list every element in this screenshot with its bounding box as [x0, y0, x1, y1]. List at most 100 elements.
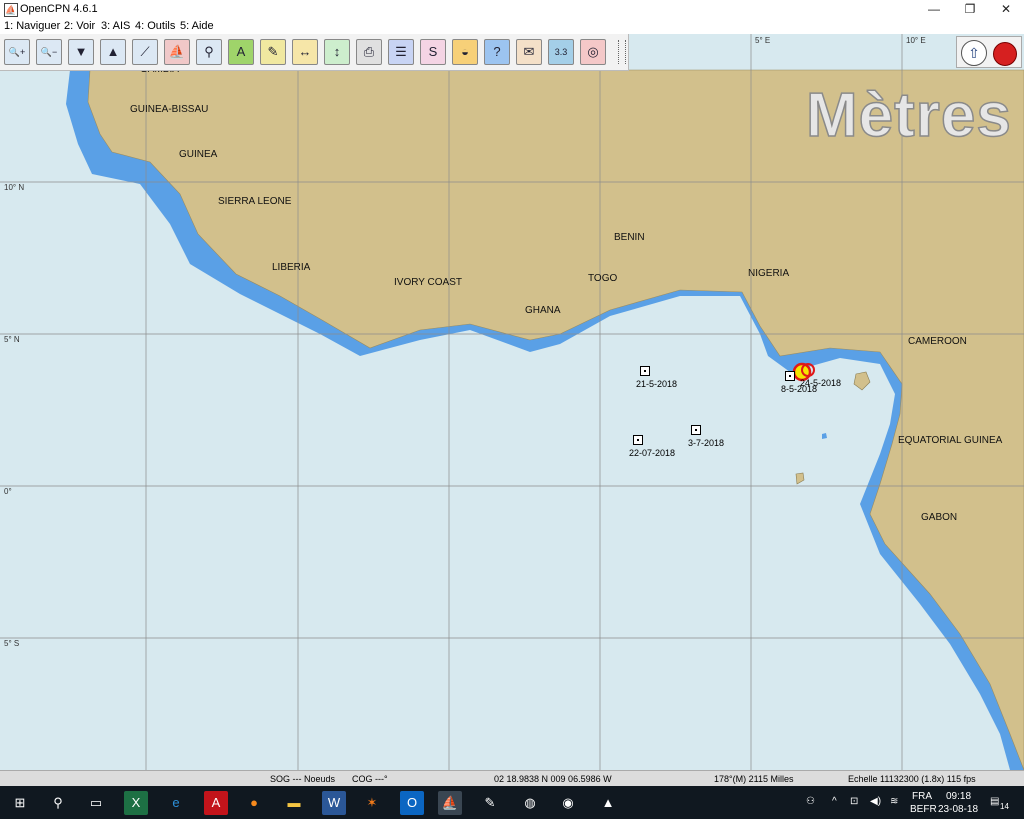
country-nigeria: NIGERIA	[748, 268, 790, 279]
wifi-icon[interactable]: ≋	[890, 796, 898, 807]
waypoint-label: 22-07-2018	[629, 448, 676, 458]
waypoint-label: 21-5-2018	[636, 379, 678, 389]
clock-time[interactable]: 09:18	[946, 791, 971, 802]
window-title: OpenCPN 4.6.1	[20, 3, 98, 15]
lat-label-5s: 5° S	[4, 639, 20, 648]
lon-label-10e: 10° E	[906, 36, 926, 45]
notification-icon[interactable]: ▤	[990, 796, 999, 807]
print-icon[interactable]: ⎙	[356, 39, 382, 65]
file-explorer-icon[interactable]: ▬	[282, 791, 306, 815]
main-toolbar: 🔍+ 🔍− ▼ ▲ ⟋ ⛵ ⚲ A ✎ ↔ ↕ ⎙ ☰ S ◒? ✉ 3.3 ◎	[0, 34, 629, 71]
zoom-in-icon[interactable]: 🔍+	[4, 39, 30, 65]
windows-start-icon[interactable]: ⊞	[8, 791, 32, 815]
country-togo: TOGO	[588, 273, 618, 284]
lon-label-5e: 5° E	[755, 36, 771, 45]
people-icon[interactable]: ⚇	[806, 796, 815, 807]
outlook-icon[interactable]: O	[400, 791, 424, 815]
search-icon[interactable]: ⚲	[46, 791, 70, 815]
sog-readout: SOG --- Noeuds	[270, 774, 336, 784]
waypoint-label: 3-7-2018	[688, 438, 725, 448]
gps-status-icon[interactable]	[993, 42, 1017, 66]
cursor-position: 02 18.9838 N 009 06.5986 W	[494, 774, 612, 784]
zoom-out-icon[interactable]: 🔍−	[36, 39, 62, 65]
opencpn-taskbar-icon[interactable]: ⛵	[438, 791, 462, 815]
sao-tome-island	[795, 472, 805, 485]
notification-count: 14	[1000, 802, 1009, 811]
clock-date[interactable]: 23-08-18	[938, 804, 978, 815]
color-scheme-icon[interactable]: ◒	[452, 39, 478, 65]
menu-ais[interactable]: 3: AIS	[101, 20, 130, 32]
edge-icon[interactable]: e	[164, 791, 188, 815]
ship-icon[interactable]: ⛵	[164, 39, 190, 65]
mob-settings-icon[interactable]: ✉	[516, 39, 542, 65]
bioko-island	[853, 371, 871, 391]
land	[87, 69, 1024, 770]
menu-voir[interactable]: 2: Voir	[64, 20, 95, 32]
waypoint-marker[interactable]	[633, 435, 643, 445]
pencil-icon[interactable]: ✎	[260, 39, 286, 65]
title-bar: ⛵ OpenCPN 4.6.1 — ❐ ✕	[0, 0, 1024, 18]
minimize-button[interactable]: —	[916, 0, 952, 18]
excel-icon[interactable]: X	[124, 791, 148, 815]
follow-icon[interactable]: ⚲	[196, 39, 222, 65]
volume-icon[interactable]: ◀)	[870, 796, 881, 807]
windows-taskbar: ⊞ ⚲ ▭ X e A ● ▬ W ✶ O ⛵ ✎ ◍ ◉ ▲ ⚇ ^ ⊡ ◀)…	[0, 786, 1024, 819]
photos-icon[interactable]: ▲	[596, 791, 620, 815]
task-view-icon[interactable]: ▭	[84, 791, 108, 815]
waypoint-marker[interactable]	[640, 366, 650, 376]
tide-icon[interactable]: ↕	[324, 39, 350, 65]
country-benin: BENIN	[614, 232, 645, 243]
menu-aide[interactable]: 5: Aide	[180, 20, 214, 32]
opencpn-app-icon: ⛵	[4, 3, 18, 17]
compass-widget[interactable]: ⇧	[956, 36, 1022, 68]
country-sierra-leone: SIERRA LEONE	[218, 196, 292, 207]
paint-icon[interactable]: ◍	[518, 791, 542, 815]
chart-bar-icon[interactable]: ↔	[292, 39, 318, 65]
route-icon[interactable]: ⟋	[132, 39, 158, 65]
country-guinea: GUINEA	[179, 149, 218, 160]
tray-chevron-icon[interactable]: ^	[832, 796, 837, 807]
country-ghana: GHANA	[525, 305, 561, 316]
app-icon[interactable]: ◉	[556, 791, 580, 815]
depth-unit-watermark: Mètres	[805, 80, 1012, 151]
usb-icon[interactable]: ⊡	[850, 796, 858, 807]
waypoint-marker[interactable]	[785, 371, 795, 381]
menu-outils[interactable]: 4: Outils	[135, 20, 175, 32]
close-button[interactable]: ✕	[988, 0, 1024, 18]
text-icon[interactable]: A	[228, 39, 254, 65]
compass-icon[interactable]: ⇧	[961, 40, 987, 66]
country-cameroon: CAMEROON	[908, 336, 967, 347]
maximize-button[interactable]: ❐	[952, 0, 988, 18]
acrobat-icon[interactable]: A	[204, 791, 228, 815]
country-guinea-bissau: GUINEA-BISSAU	[130, 104, 209, 115]
lat-label-10n: 10° N	[4, 183, 25, 192]
track-icon[interactable]: S	[420, 39, 446, 65]
firefox-icon[interactable]: ●	[242, 791, 266, 815]
lat-label-0: 0°	[4, 487, 12, 496]
keyboard-indicator[interactable]: BEFR	[910, 804, 937, 815]
country-liberia: LIBERIA	[272, 262, 311, 273]
waypoint-label: 24-5-2018	[800, 378, 842, 388]
country-gabon: GABON	[921, 512, 958, 523]
help-icon[interactable]: ?	[484, 39, 510, 65]
vlc-icon[interactable]: ✶	[360, 791, 384, 815]
toolbar-grip-handle[interactable]	[618, 40, 626, 64]
measure-icon[interactable]: 3.3	[548, 39, 574, 65]
notes-icon[interactable]: ✎	[478, 791, 502, 815]
chart-scale: Echelle 11132300 (1.8x) 115 fps	[848, 774, 976, 784]
waypoint-marker[interactable]	[691, 425, 701, 435]
menu-naviguer[interactable]: 1: Naviguer	[4, 20, 60, 32]
scale-out-icon[interactable]: ▲	[100, 39, 126, 65]
scale-in-icon[interactable]: ▼	[68, 39, 94, 65]
route-manager-icon[interactable]: ☰	[388, 39, 414, 65]
cog-readout: COG ---°	[352, 774, 388, 784]
language-indicator[interactable]: FRA	[912, 791, 932, 802]
country-ivory-coast: IVORY COAST	[394, 277, 462, 288]
country-equatorial-guinea: EQUATORIAL GUINEA	[898, 435, 1003, 446]
bearing-distance: 178°(M) 2115 Milles	[714, 774, 794, 784]
lat-label-5n: 5° N	[4, 335, 20, 344]
word-icon[interactable]: W	[322, 791, 346, 815]
chart-canvas[interactable]: 10° N 5° N 0° 5° S 5° E 10° E GAMBIA GUI…	[0, 34, 1024, 770]
status-bar: SOG --- Noeuds COG ---° 02 18.9838 N 009…	[0, 770, 1024, 787]
lifebuoy-icon[interactable]: ◎	[580, 39, 606, 65]
